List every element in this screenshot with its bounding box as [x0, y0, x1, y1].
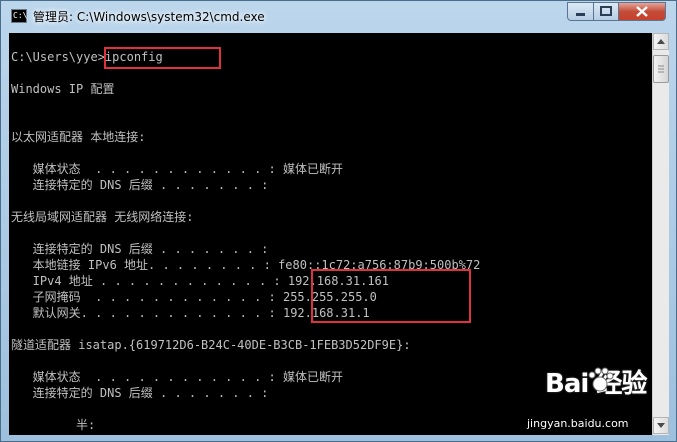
scrollbar-thumb[interactable] — [653, 55, 669, 83]
console-line: 连接特定的 DNS 后缀 . . . . . . . : — [11, 242, 269, 256]
console-line: 隧道适配器 isatap.{619712D6-B24C-40DE-B3CB-1F… — [11, 338, 411, 352]
baidu-jingyan-watermark: Bai 经验 jingyan.baidu.com — [527, 363, 667, 439]
console-line: 连接特定的 DNS 后缀 . . . . . . . : — [11, 178, 269, 192]
minimize-icon — [576, 13, 585, 16]
paw-icon — [588, 367, 614, 392]
cmd-window: C:\ 管理员: C:\Windows\system32\cmd.exe C:\… — [0, 0, 677, 442]
cmd-app-icon[interactable]: C:\ — [11, 9, 27, 23]
console-line: 无线局域网适配器 无线网络连接: — [11, 210, 194, 224]
window-title: 管理员: C:\Windows\system32\cmd.exe — [33, 10, 265, 24]
arrow-up-icon — [657, 39, 665, 44]
maximize-icon — [600, 6, 612, 16]
title-bar[interactable]: C:\ 管理员: C:\Windows\system32\cmd.exe — [1, 1, 676, 33]
console-line: 媒体状态 . . . . . . . . . . . . : 媒体已断开 — [11, 162, 343, 176]
console-line: 半: — [11, 418, 96, 432]
scroll-up-button[interactable] — [653, 33, 669, 50]
console-line: Windows IP 配置 — [11, 82, 115, 96]
highlight-box-command — [104, 47, 221, 69]
console-line: 连接特定的 DNS 后缀 . . . . . . . : — [11, 386, 269, 400]
maximize-button[interactable] — [593, 2, 619, 21]
minimize-button[interactable] — [567, 2, 594, 21]
console-line: 媒体状态 . . . . . . . . . . . . : 媒体已断开 — [11, 370, 343, 384]
grip-icon — [658, 65, 664, 73]
watermark-url: jingyan.baidu.com — [527, 417, 629, 430]
console-line: 以太网适配器 本地连接: — [11, 130, 146, 144]
close-icon — [636, 6, 648, 17]
close-button[interactable] — [618, 2, 666, 21]
highlight-box-ip-info — [311, 269, 471, 323]
